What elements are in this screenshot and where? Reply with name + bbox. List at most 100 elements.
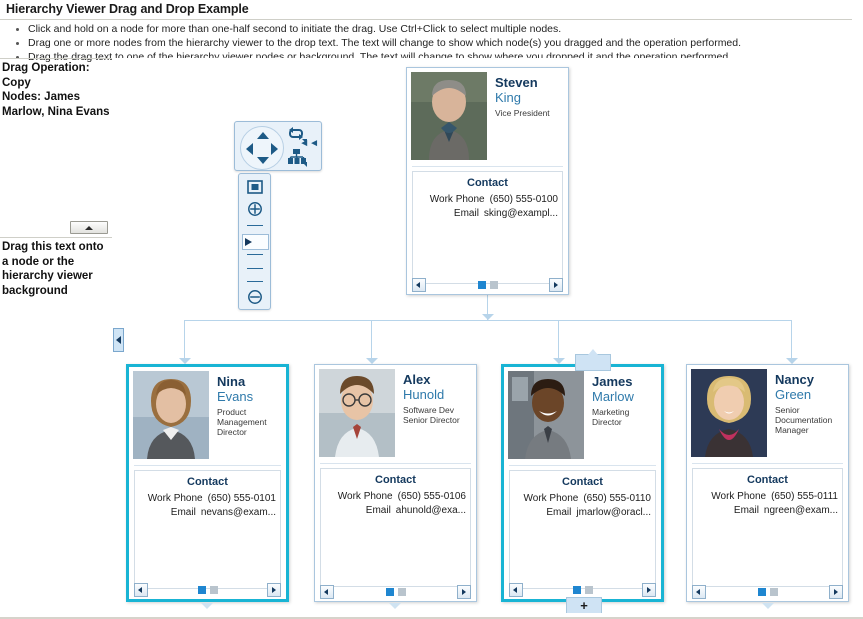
panel-dot[interactable]	[769, 588, 778, 596]
panel-indicator	[706, 588, 829, 596]
contact-email-row: Email ahunold@exa...	[321, 504, 470, 518]
layout-type-icon[interactable]	[286, 148, 308, 173]
panel-dot-active[interactable]	[197, 586, 206, 594]
email-label: Email	[365, 505, 391, 516]
next-panel-button[interactable]	[457, 585, 471, 599]
pan-right-icon[interactable]	[271, 143, 278, 155]
next-panel-button[interactable]	[549, 278, 563, 292]
hierarchy-node-nina-evans[interactable]: Nina Evans Product Management Director C…	[126, 364, 289, 602]
next-panel-button[interactable]	[267, 583, 281, 597]
contact-panel: Contact Work Phone (650) 555-0106 Email …	[320, 468, 471, 587]
photo-steven-king	[411, 72, 487, 160]
pan-control-box[interactable]: ◄◄	[234, 121, 322, 171]
node-collapse-badge[interactable]	[575, 349, 611, 371]
node-header: Nancy Green Senior Documentation Manager	[687, 365, 848, 461]
node-last-name: Green	[775, 387, 812, 402]
node-job-title: Senior Documentation Manager	[775, 405, 833, 435]
zoom-in-icon[interactable]	[246, 200, 264, 218]
node-last-name: Marlow	[592, 389, 634, 404]
contact-email-row: Email ngreen@exam...	[693, 504, 842, 518]
previous-panel-button[interactable]	[134, 583, 148, 597]
next-panel-button[interactable]	[642, 583, 656, 597]
zoom-control-box[interactable]	[238, 173, 271, 310]
panel-dot-active[interactable]	[572, 586, 581, 594]
node-header: Steven King Vice President	[407, 68, 568, 164]
hierarchy-viewer-canvas[interactable]: ◄◄ Steven King Vice President Contact Wo…	[112, 58, 863, 613]
email-value: nevans@exam...	[200, 507, 276, 518]
node-expand-arrow[interactable]	[389, 603, 401, 609]
node-job-title: Vice President	[495, 108, 550, 118]
drop-status-text: Drag Operation: Copy Nodes: James Marlow…	[2, 62, 110, 118]
panel-dot-active[interactable]	[385, 588, 394, 596]
contact-heading: Contact	[187, 476, 228, 488]
node-expand-badge[interactable]: +	[566, 597, 602, 613]
contact-panel: Contact Work Phone (650) 555-0101 Email …	[134, 470, 281, 589]
node-first-name: Nancy	[775, 372, 815, 387]
node-footer	[687, 583, 848, 601]
photo-nancy-green	[691, 369, 767, 457]
contact-phone-row: Work Phone (650) 555-0111	[693, 490, 842, 504]
panel-dot[interactable]	[397, 588, 406, 596]
expand-sidebar-handle[interactable]	[113, 328, 124, 352]
panel-dot[interactable]	[584, 586, 593, 594]
contact-panel: Contact Work Phone (650) 555-0111 Email …	[692, 468, 843, 587]
next-panel-button[interactable]	[829, 585, 843, 599]
pan-up-icon[interactable]	[257, 132, 269, 139]
work-phone-value: (650) 555-0106	[397, 491, 466, 502]
pan-dpad[interactable]	[240, 126, 284, 170]
work-phone-label: Work Phone	[711, 491, 767, 502]
header: Hierarchy Viewer Drag and Drop Example C…	[0, 2, 856, 65]
node-divider	[509, 465, 656, 466]
work-phone-label: Work Phone	[147, 493, 203, 504]
node-divider	[692, 463, 843, 464]
zoom-out-icon[interactable]	[246, 288, 264, 306]
node-identity: James Marlow Marketing Director	[584, 371, 657, 459]
contact-heading: Contact	[747, 474, 788, 486]
previous-panel-button[interactable]	[412, 278, 426, 292]
panel-dot[interactable]	[209, 586, 218, 594]
node-divider	[134, 465, 281, 466]
collapse-pane-button[interactable]	[70, 221, 108, 234]
fit-to-window-icon[interactable]	[246, 178, 264, 196]
node-divider	[412, 166, 563, 167]
hierarchy-node-nancy-green[interactable]: Nancy Green Senior Documentation Manager…	[686, 364, 849, 602]
node-first-name: Alex	[403, 372, 431, 387]
drag-source-text[interactable]: Drag this text onto a node or the hierar…	[0, 238, 112, 298]
node-last-name: Evans	[217, 389, 254, 404]
work-phone-label: Work Phone	[429, 194, 485, 205]
node-identity: Steven King Vice President	[487, 72, 550, 160]
hierarchy-node-root[interactable]: Steven King Vice President Contact Work …	[406, 67, 569, 295]
node-identity: Nancy Green Senior Documentation Manager	[767, 369, 844, 457]
panel-dot-active[interactable]	[757, 588, 766, 596]
connector-junction	[482, 314, 494, 320]
node-footer	[129, 581, 286, 599]
drop-target-pane[interactable]	[0, 119, 112, 237]
email-label: Email	[546, 507, 572, 518]
panel-indicator	[523, 586, 642, 594]
pan-left-icon[interactable]	[246, 143, 253, 155]
node-job-title: Product Management Director	[217, 407, 267, 437]
previous-panel-button[interactable]	[320, 585, 334, 599]
connector-drop	[371, 320, 372, 360]
hierarchy-node-alex-hunold[interactable]: Alex Hunold Software Dev Senior Director…	[314, 364, 477, 602]
node-footer	[407, 276, 568, 294]
work-phone-value: (650) 555-0110	[583, 493, 651, 504]
work-phone-value: (650) 555-0101	[207, 493, 276, 504]
previous-panel-button[interactable]	[509, 583, 523, 597]
zoom-slider-thumb[interactable]	[242, 234, 269, 250]
navigation-control-panel[interactable]: ◄◄	[234, 121, 322, 310]
sidebar: Drag Operation: Copy Nodes: James Marlow…	[0, 58, 112, 298]
hierarchy-node-james-marlow[interactable]: James Marlow Marketing Director Contact …	[501, 364, 664, 602]
pan-down-icon[interactable]	[257, 157, 269, 164]
previous-panel-button[interactable]	[692, 585, 706, 599]
node-expand-arrow[interactable]	[201, 603, 213, 609]
email-label: Email	[733, 505, 759, 516]
panel-dot[interactable]	[489, 281, 498, 289]
node-expand-arrow[interactable]	[762, 603, 774, 609]
contact-phone-row: Work Phone (650) 555-0110	[510, 492, 655, 506]
node-job-title: Marketing Director	[592, 407, 630, 427]
panel-dot-active[interactable]	[477, 281, 486, 289]
photo-james-marlow	[508, 371, 584, 459]
collapse-panel-icon[interactable]: ◄◄	[299, 138, 319, 149]
contact-heading: Contact	[562, 476, 603, 488]
